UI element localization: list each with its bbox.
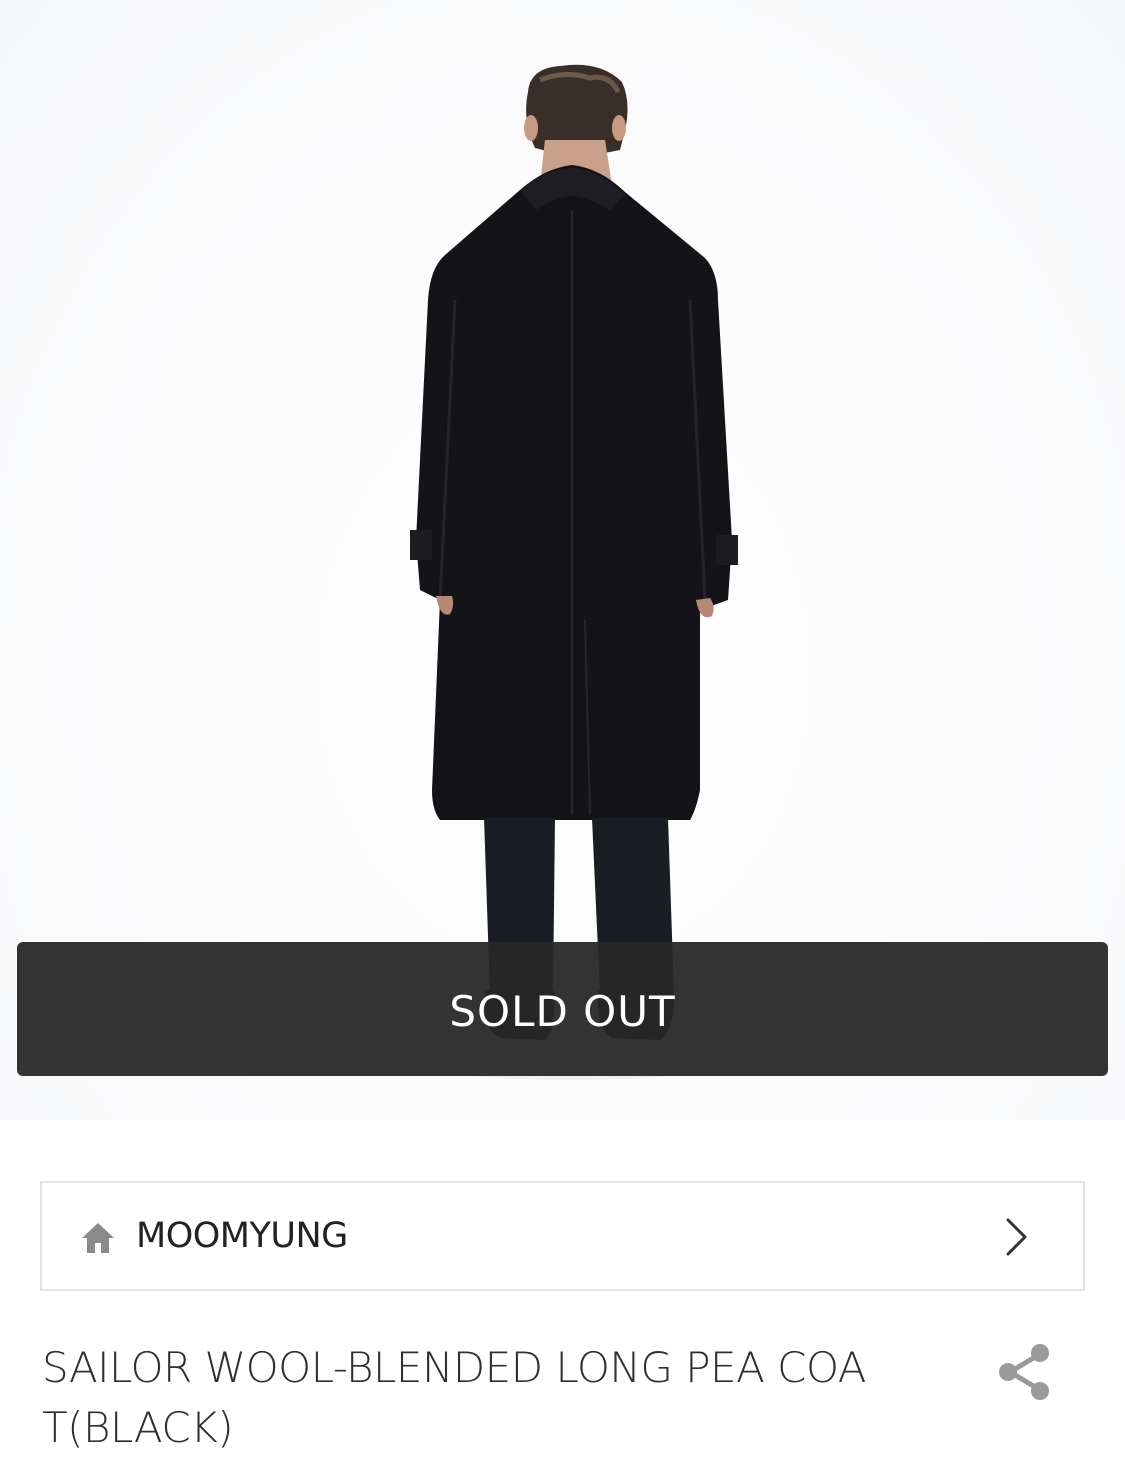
product-title-line-2: T(BLACK) <box>42 1403 234 1452</box>
product-title-line-1: SAILOR WOOL-BLENDED LONG PEA COA <box>42 1343 867 1392</box>
product-image[interactable]: SOLD OUT <box>0 0 1125 1120</box>
sold-out-label: SOLD OUT <box>449 986 676 1036</box>
home-icon <box>82 1223 114 1253</box>
share-icon[interactable] <box>996 1342 1052 1402</box>
chevron-right-icon <box>1006 1218 1027 1256</box>
brand-link[interactable]: MOOMYUNG <box>40 1181 1085 1291</box>
brand-name: MOOMYUNG <box>136 1216 348 1256</box>
product-title: SAILOR WOOL-BLENDED LONG PEA COA T(BLACK… <box>42 1338 932 1458</box>
product-page: SOLD OUT MOOMYUNG SAILOR WOOL-BLENDED LO… <box>0 0 1125 1458</box>
sold-out-banner: SOLD OUT <box>17 942 1108 1076</box>
